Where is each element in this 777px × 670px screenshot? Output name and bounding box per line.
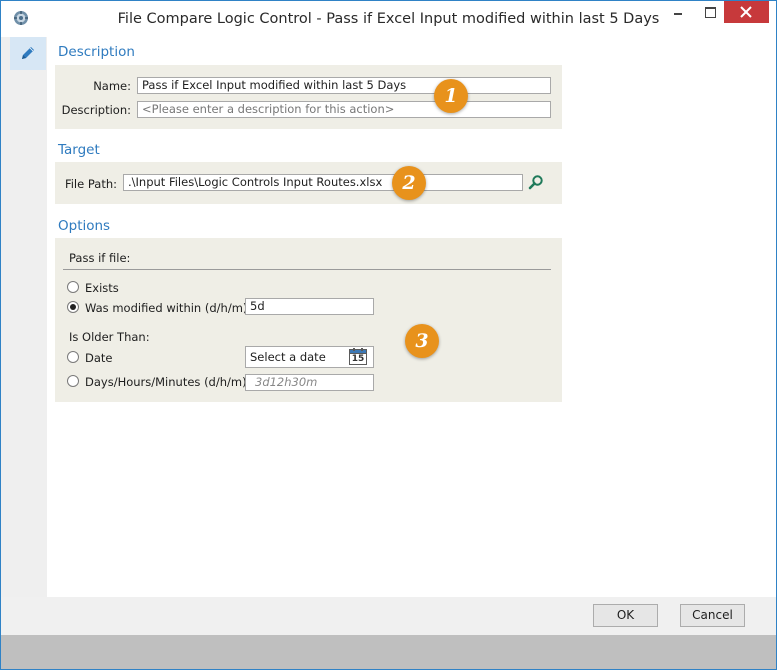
options-divider <box>63 269 551 270</box>
target-section-title: Target <box>58 142 100 158</box>
target-panel: File Path: .\Input Files\Logic Controls … <box>55 162 562 204</box>
modified-within-radio[interactable] <box>67 301 79 313</box>
callout-badge-1: 1 <box>434 79 468 113</box>
close-icon <box>740 6 752 18</box>
exists-label[interactable]: Exists <box>85 281 119 295</box>
callout-badge-2: 2 <box>392 166 426 200</box>
options-section-title: Options <box>58 218 111 234</box>
cancel-button[interactable]: Cancel <box>680 604 745 627</box>
left-tool-strip <box>1 37 47 597</box>
dhm-input[interactable]: 3d12h30m <box>245 374 374 391</box>
status-bar <box>1 635 776 669</box>
close-button[interactable] <box>724 1 769 23</box>
date-radio[interactable] <box>67 351 79 363</box>
options-panel: Pass if file: Exists Was modified within… <box>55 238 562 402</box>
pencil-icon <box>22 47 34 59</box>
pass-if-file-label: Pass if file: <box>69 251 131 265</box>
browse-search-icon[interactable] <box>528 174 544 190</box>
description-input[interactable]: <Please enter a description for this act… <box>137 101 551 118</box>
dialog-window: File Compare Logic Control - Pass if Exc… <box>0 0 777 670</box>
edit-tab[interactable] <box>10 37 46 70</box>
calendar-day: 15 <box>351 354 365 364</box>
date-picker[interactable]: Select a date 15 <box>245 346 374 368</box>
name-input[interactable]: Pass if Excel Input modified within last… <box>137 77 551 94</box>
calendar-icon[interactable]: 15 <box>349 348 367 365</box>
date-picker-text: Select a date <box>250 350 326 364</box>
minimize-button[interactable] <box>665 1 691 23</box>
modified-within-label[interactable]: Was modified within (d/h/m) <box>85 301 247 315</box>
dhm-label[interactable]: Days/Hours/Minutes (d/h/m) <box>85 375 247 389</box>
name-label: Name: <box>93 79 131 93</box>
window-title: File Compare Logic Control - Pass if Exc… <box>117 11 660 27</box>
button-bar: OK Cancel <box>1 597 776 635</box>
app-icon <box>13 10 29 26</box>
description-panel: Name: Pass if Excel Input modified withi… <box>55 65 562 129</box>
ok-button[interactable]: OK <box>593 604 658 627</box>
title-bar[interactable]: File Compare Logic Control - Pass if Exc… <box>1 1 776 37</box>
file-path-label: File Path: <box>64 177 117 191</box>
file-path-input[interactable]: .\Input Files\Logic Controls Input Route… <box>123 174 523 191</box>
dhm-radio[interactable] <box>67 375 79 387</box>
date-label[interactable]: Date <box>85 351 113 365</box>
exists-radio[interactable] <box>67 281 79 293</box>
modified-within-input[interactable]: 5d <box>245 298 374 315</box>
is-older-than-label: Is Older Than: <box>69 330 150 344</box>
description-section-title: Description <box>58 44 135 60</box>
callout-badge-3: 3 <box>405 324 439 358</box>
content-area: Description Name: Pass if Excel Input mo… <box>47 37 776 597</box>
description-label: Description: <box>61 103 131 117</box>
maximize-button[interactable] <box>697 1 723 23</box>
